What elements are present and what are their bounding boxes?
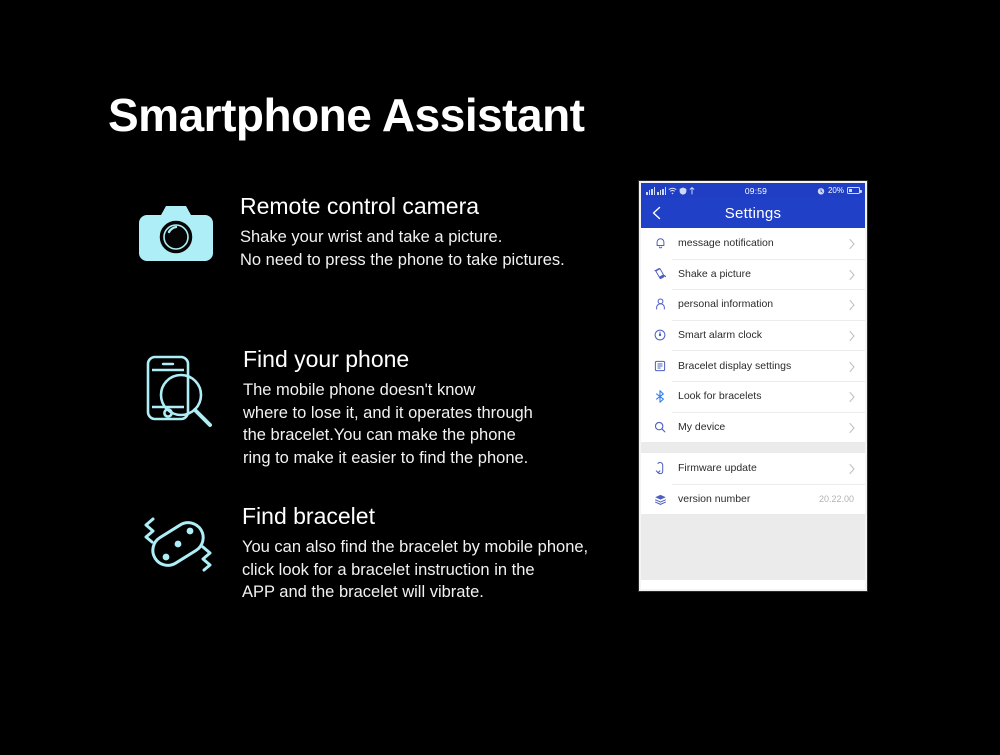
chevron-right-icon	[848, 237, 856, 250]
chevron-right-icon	[848, 462, 856, 475]
settings-row-my-device[interactable]: My device	[641, 411, 865, 443]
settings-row-label: Firmware update	[678, 462, 757, 475]
page-title: Smartphone Assistant	[108, 89, 585, 141]
chevron-left-icon[interactable]	[650, 206, 664, 220]
phone-home-indicator-area	[641, 580, 865, 589]
chevron-right-icon	[848, 390, 856, 403]
chevron-right-icon	[848, 360, 856, 372]
settings-group-main: message notification Shake a picture per…	[641, 228, 865, 443]
vpn-icon	[679, 186, 687, 195]
status-bar-left-icons	[646, 186, 695, 195]
settings-group-separator	[641, 442, 865, 454]
nav-title: Settings	[724, 204, 782, 222]
find-bracelet-icon	[132, 500, 224, 588]
settings-row-version-number: version number 20.22.00	[641, 483, 865, 515]
search-icon	[651, 419, 669, 435]
bluetooth-icon	[651, 388, 669, 404]
feature-heading: Find your phone	[243, 346, 410, 372]
status-bar-time: 09:59	[744, 185, 768, 196]
feature-description: You can also find the bracelet by mobile…	[242, 537, 589, 602]
feature-item-remote-camera: Remote control camera Shake your wrist a…	[130, 190, 565, 278]
phone-mockup: 09:59 20% Settings message notification …	[639, 181, 867, 591]
chevron-right-icon	[848, 329, 856, 342]
camera-icon	[130, 190, 222, 278]
wifi-icon	[668, 187, 677, 194]
settings-group-system: Firmware update version number 20.22.00	[641, 453, 865, 515]
person-icon	[651, 296, 669, 312]
feature-text-find-phone: Find your phone The mobile phone doesn't…	[225, 345, 533, 470]
settings-empty-area	[641, 514, 865, 580]
feature-item-find-bracelet: Find bracelet You can also find the brac…	[132, 500, 588, 604]
clock-icon	[651, 327, 669, 343]
find-phone-icon	[133, 345, 225, 443]
settings-row-shake-a-picture[interactable]: Shake a picture	[641, 258, 865, 290]
status-bar-right-icons: 20%	[817, 186, 862, 195]
status-bar: 09:59 20%	[641, 183, 865, 198]
bell-icon	[651, 235, 669, 251]
layers-icon	[651, 491, 669, 507]
settings-row-label: personal information	[678, 298, 774, 311]
battery-icon	[847, 187, 862, 194]
settings-row-smart-alarm-clock[interactable]: Smart alarm clock	[641, 319, 865, 351]
settings-row-label: My device	[678, 420, 726, 433]
settings-row-label: message notification	[678, 237, 774, 250]
settings-row-label: version number	[678, 493, 751, 506]
chevron-right-icon	[848, 421, 856, 433]
settings-row-message-notification[interactable]: message notification	[641, 228, 865, 259]
settings-row-label: Smart alarm clock	[678, 329, 763, 342]
firmware-icon	[651, 460, 669, 476]
feature-text-find-bracelet: Find bracelet You can also find the brac…	[224, 500, 588, 604]
feature-heading: Remote control camera	[240, 193, 480, 219]
feature-heading: Find bracelet	[242, 503, 375, 529]
settings-row-personal-information[interactable]: personal information	[641, 289, 865, 320]
chevron-right-icon	[848, 268, 856, 280]
feature-item-find-phone: Find your phone The mobile phone doesn't…	[133, 345, 533, 470]
settings-row-look-for-bracelets[interactable]: Look for bracelets	[641, 380, 865, 412]
feature-description: Shake your wrist and take a picture. No …	[240, 227, 565, 269]
chevron-right-icon	[848, 298, 856, 311]
shake-icon	[651, 266, 669, 282]
nav-bar: Settings	[641, 198, 865, 228]
feature-description: The mobile phone doesn't know where to l…	[243, 380, 533, 468]
settings-row-label: Look for bracelets	[678, 390, 762, 403]
settings-row-label: Shake a picture	[678, 267, 751, 280]
version-number-value: 20.22.00	[818, 494, 854, 505]
settings-row-firmware-update[interactable]: Firmware update	[641, 453, 865, 484]
signal-bars-icon	[657, 187, 666, 195]
settings-row-label: Bracelet display settings	[678, 359, 792, 372]
phone-screen: 09:59 20% Settings message notification …	[641, 183, 865, 580]
battery-percent-label: 20%	[827, 186, 844, 195]
signal-bars-icon	[646, 187, 655, 195]
settings-row-bracelet-display-settings[interactable]: Bracelet display settings	[641, 350, 865, 381]
alarm-icon	[817, 187, 825, 195]
feature-text-remote-camera: Remote control camera Shake your wrist a…	[222, 190, 565, 271]
display-icon	[651, 358, 669, 374]
